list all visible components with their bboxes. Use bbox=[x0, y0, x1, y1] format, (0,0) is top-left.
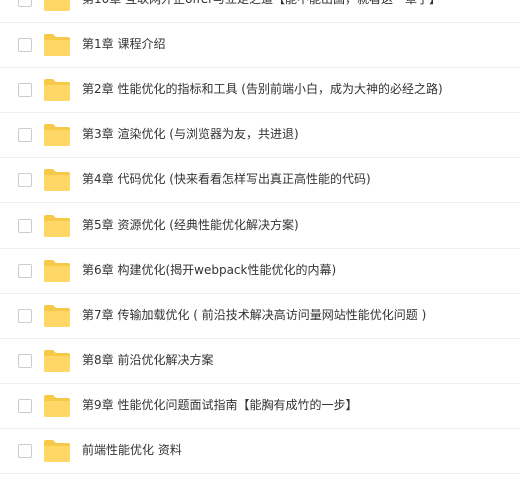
folder-icon bbox=[43, 0, 71, 12]
file-row[interactable]: 第7章 传输加载优化 ( 前沿技术解决高访问量网站性能优化问题 ) bbox=[0, 294, 520, 339]
file-row[interactable]: 第5章 资源优化 (经典性能优化解决方案) bbox=[0, 204, 520, 249]
row-checkbox[interactable] bbox=[18, 83, 32, 98]
folder-icon bbox=[43, 123, 71, 147]
file-row[interactable]: 第3章 渲染优化 (与浏览器为友，共进退) bbox=[0, 113, 520, 159]
folder-icon bbox=[43, 214, 71, 238]
file-name[interactable]: 第2章 性能优化的指标和工具 (告别前端小白，成为大神的必经之路) bbox=[82, 81, 443, 98]
file-name[interactable]: 第9章 性能优化问题面试指南【能胸有成竹的一步】 bbox=[82, 397, 357, 414]
folder-icon bbox=[43, 33, 71, 57]
row-checkbox[interactable] bbox=[18, 263, 32, 278]
row-checkbox[interactable] bbox=[18, 444, 32, 458]
folder-icon bbox=[43, 394, 71, 418]
row-checkbox[interactable] bbox=[18, 173, 32, 188]
file-row[interactable]: 第6章 构建优化(揭开webpack性能优化的内幕) bbox=[0, 249, 520, 294]
row-checkbox[interactable] bbox=[18, 38, 32, 53]
file-name[interactable]: 第5章 资源优化 (经典性能优化解决方案) bbox=[82, 217, 299, 234]
file-list: 第10章 互联网外企offer与立足之道【能不能出国，就看这一章了】第1章 课程… bbox=[0, 0, 520, 495]
folder-icon bbox=[43, 349, 71, 373]
row-checkbox[interactable] bbox=[18, 308, 32, 323]
row-checkbox[interactable] bbox=[18, 353, 32, 368]
row-checkbox[interactable] bbox=[18, 0, 32, 7]
folder-icon bbox=[43, 439, 71, 463]
folder-icon bbox=[43, 259, 71, 283]
folder-icon bbox=[43, 304, 71, 328]
file-name[interactable]: 第8章 前沿优化解决方案 bbox=[82, 352, 213, 369]
file-name[interactable]: 前端性能优化 资料 bbox=[82, 442, 182, 459]
file-row[interactable]: 第2章 性能优化的指标和工具 (告别前端小白，成为大神的必经之路) bbox=[0, 68, 520, 114]
folder-icon bbox=[43, 78, 71, 102]
file-row[interactable]: 第10章 互联网外企offer与立足之道【能不能出国，就看这一章了】 bbox=[0, 0, 520, 23]
row-checkbox[interactable] bbox=[18, 128, 32, 143]
file-row[interactable]: 第1章 课程介绍 bbox=[0, 23, 520, 69]
file-name[interactable]: 第6章 构建优化(揭开webpack性能优化的内幕) bbox=[82, 262, 336, 279]
file-row[interactable]: 第9章 性能优化问题面试指南【能胸有成竹的一步】 bbox=[0, 384, 520, 429]
file-row[interactable]: 前端性能优化 资料 bbox=[0, 429, 520, 474]
file-row[interactable]: 第4章 代码优化 (快来看看怎样写出真正高性能的代码) bbox=[0, 158, 520, 204]
file-name[interactable]: 第10章 互联网外企offer与立足之道【能不能出国，就看这一章了】 bbox=[82, 0, 441, 8]
file-name[interactable]: 第7章 传输加载优化 ( 前沿技术解决高访问量网站性能优化问题 ) bbox=[82, 307, 426, 324]
row-checkbox[interactable] bbox=[18, 218, 32, 233]
row-checkbox[interactable] bbox=[18, 398, 32, 413]
file-name[interactable]: 第4章 代码优化 (快来看看怎样写出真正高性能的代码) bbox=[82, 171, 371, 188]
file-name[interactable]: 第3章 渲染优化 (与浏览器为友，共进退) bbox=[82, 126, 299, 143]
folder-icon bbox=[43, 168, 71, 192]
file-row[interactable]: 第8章 前沿优化解决方案 bbox=[0, 339, 520, 384]
file-name[interactable]: 第1章 课程介绍 bbox=[82, 36, 165, 53]
